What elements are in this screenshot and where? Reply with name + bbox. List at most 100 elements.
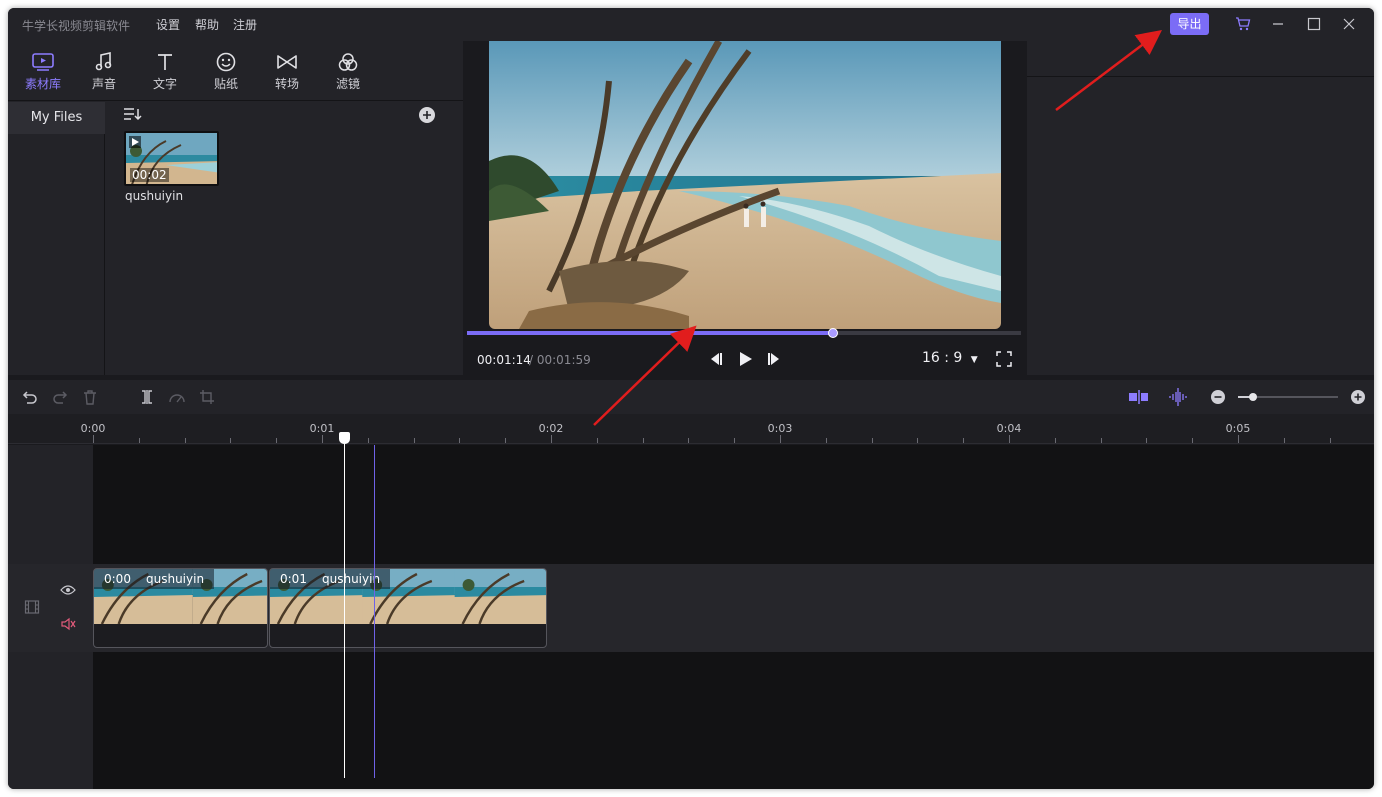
tab-filter[interactable]: 滤镜	[323, 51, 373, 95]
menu-settings[interactable]: 设置	[156, 16, 180, 33]
ruler-label: 0:05	[1225, 422, 1251, 435]
divider	[1027, 76, 1374, 77]
film-icon	[24, 599, 40, 615]
tab-label: 素材库	[24, 77, 61, 91]
ruler-tick	[734, 438, 736, 443]
menu-help[interactable]: 帮助	[195, 16, 219, 33]
ruler-tick	[1054, 438, 1056, 443]
ruler-tick	[1329, 438, 1331, 443]
ruler-tick	[688, 438, 690, 443]
ruler-tick	[367, 438, 369, 443]
app-title: 牛学长视频剪辑软件	[22, 19, 131, 33]
visibility-eye-icon[interactable]	[60, 582, 76, 598]
ruler-tick	[184, 438, 186, 443]
sidebar-item-my-files[interactable]: My Files	[8, 102, 105, 134]
playhead-line	[344, 440, 345, 778]
ruler-tick	[1009, 435, 1010, 443]
audio-wave-icon[interactable]	[1168, 387, 1188, 407]
preview-progress-fill	[467, 331, 833, 335]
delete-icon[interactable]	[80, 387, 100, 407]
clip-start-time: 0:01	[280, 572, 307, 586]
maximize-icon[interactable]	[1305, 15, 1323, 33]
close-icon[interactable]	[1340, 15, 1358, 33]
zoom-in-icon[interactable]	[1348, 387, 1368, 407]
zoom-out-icon[interactable]	[1208, 387, 1228, 407]
fit-timeline-icon[interactable]	[1128, 387, 1148, 407]
ruler-tick	[413, 438, 415, 443]
tab-label: 滤镜	[335, 77, 360, 91]
ruler-label: 0:04	[996, 422, 1022, 435]
ruler-tick	[596, 438, 598, 443]
ruler-tick	[138, 438, 140, 443]
tab-label: 文字	[152, 77, 177, 91]
tab-media-library[interactable]: 素材库	[18, 51, 68, 95]
clip-name: qushuiyin	[146, 572, 205, 586]
menu-register[interactable]: 注册	[233, 16, 257, 33]
ruler-label: 0:02	[538, 422, 564, 435]
ruler-tick	[1192, 438, 1194, 443]
properties-panel	[1027, 41, 1374, 375]
video-preview[interactable]	[489, 41, 1001, 329]
tab-transition[interactable]: 转场	[262, 51, 312, 95]
sticker-icon	[214, 51, 238, 73]
minimize-icon[interactable]	[1269, 15, 1287, 33]
timeline-clip[interactable]: 0:00 qushuiyin	[93, 568, 268, 648]
ruler-tick	[1238, 435, 1239, 443]
tab-audio[interactable]: 声音	[79, 51, 129, 95]
next-frame-icon[interactable]	[765, 349, 785, 369]
tab-text[interactable]: 文字	[140, 51, 190, 95]
mute-icon[interactable]	[60, 616, 76, 632]
media-file-name: qushuiyin	[125, 189, 184, 203]
ruler-tick	[871, 438, 873, 443]
fullscreen-icon[interactable]	[994, 349, 1014, 369]
ruler-tick	[459, 438, 461, 443]
thumbnail-duration: 00:02	[130, 168, 169, 182]
ruler-label: 0:03	[767, 422, 793, 435]
media-library-icon	[31, 51, 55, 73]
ruler-tick	[963, 438, 965, 443]
cart-icon[interactable]	[1234, 15, 1252, 33]
current-time: 00:01:14	[477, 353, 531, 367]
export-button[interactable]: 导出	[1170, 13, 1209, 35]
ruler-tick	[276, 438, 278, 443]
ruler-tick	[1100, 438, 1102, 443]
tab-sticker[interactable]: 贴纸	[201, 51, 251, 95]
tab-label: 贴纸	[213, 77, 238, 91]
undo-icon[interactable]	[20, 387, 40, 407]
beach-video-frame	[489, 41, 1001, 329]
prev-frame-icon[interactable]	[705, 349, 725, 369]
ruler-tick	[1283, 438, 1285, 443]
ruler-tick	[780, 435, 781, 443]
ruler-tick	[230, 438, 232, 443]
ruler-tick	[825, 438, 827, 443]
play-button[interactable]	[735, 349, 755, 369]
media-thumbnail[interactable]: 00:02	[124, 131, 219, 186]
zoom-slider-knob[interactable]	[1249, 393, 1257, 401]
library-sidebar: My Files	[8, 102, 105, 375]
clip-start-time: 0:00	[104, 572, 131, 586]
aspect-ratio-select[interactable]: 16 : 9 ▼	[922, 350, 978, 366]
ruler-tick	[551, 435, 552, 443]
timeline-ruler[interactable]: 0:00 0:01 0:02 0:03 0:04 0:05	[8, 414, 1374, 444]
feature-tabbar: 素材库 声音 文字 贴纸 转场 滤镜	[8, 41, 463, 101]
sort-icon[interactable]	[123, 106, 143, 121]
chevron-down-icon: ▼	[970, 355, 978, 365]
add-media-icon[interactable]	[418, 106, 436, 124]
split-icon[interactable]	[137, 387, 157, 407]
tab-label: 转场	[274, 77, 299, 91]
crop-icon[interactable]	[197, 387, 217, 407]
redo-icon[interactable]	[50, 387, 70, 407]
ruler-tick	[322, 435, 323, 443]
speed-icon[interactable]	[167, 387, 187, 407]
music-note-icon	[92, 51, 116, 73]
playhead-handle[interactable]	[339, 432, 350, 444]
ruler-label: 0:00	[80, 422, 106, 435]
ruler-label: 0:01	[309, 422, 335, 435]
preview-progress-knob[interactable]	[827, 328, 838, 338]
preview-panel: 00:01:14 / 00:01:59 16 : 9 ▼	[467, 41, 1021, 375]
ruler-tick	[505, 438, 507, 443]
timeline-clip[interactable]: 0:01 qushuiyin	[269, 568, 547, 648]
ruler-tick	[917, 438, 919, 443]
ruler-tick	[642, 438, 644, 443]
text-icon	[153, 51, 177, 73]
